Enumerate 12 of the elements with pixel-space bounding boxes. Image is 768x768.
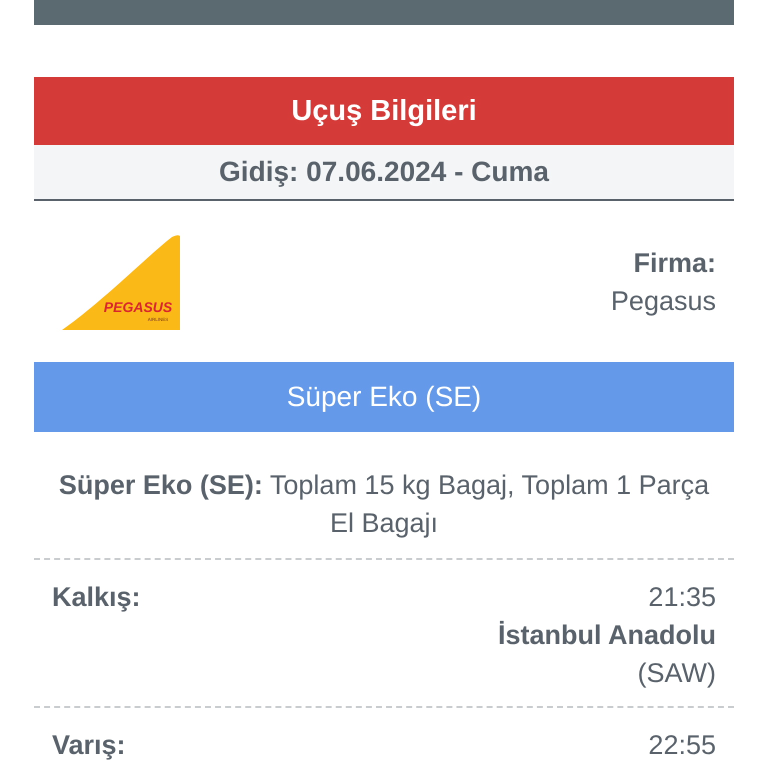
airport-name: İstanbul Anadolu bbox=[498, 619, 716, 652]
airline-label: Firma: bbox=[632, 246, 716, 280]
airport-code: (SAW) bbox=[638, 657, 716, 690]
fare-description: Süper Eko (SE): Toplam 15 kg Bagaj, Toplam 1 Parça El Bagajı bbox=[58, 469, 710, 540]
section-header: Uçuş Bilgileri bbox=[34, 77, 734, 145]
leg-label: Varış: bbox=[52, 729, 126, 762]
airline-name: Pegasus bbox=[610, 284, 716, 318]
leg-time: 22:55 bbox=[648, 729, 716, 762]
fare-class-bar: Süper Eko (SE) bbox=[34, 362, 734, 432]
departure-date: Gidiş: 07.06.2024 - Cuma bbox=[34, 145, 734, 201]
leg-label: Kalkış: bbox=[52, 581, 141, 614]
leg-time: 21:35 bbox=[648, 581, 716, 614]
